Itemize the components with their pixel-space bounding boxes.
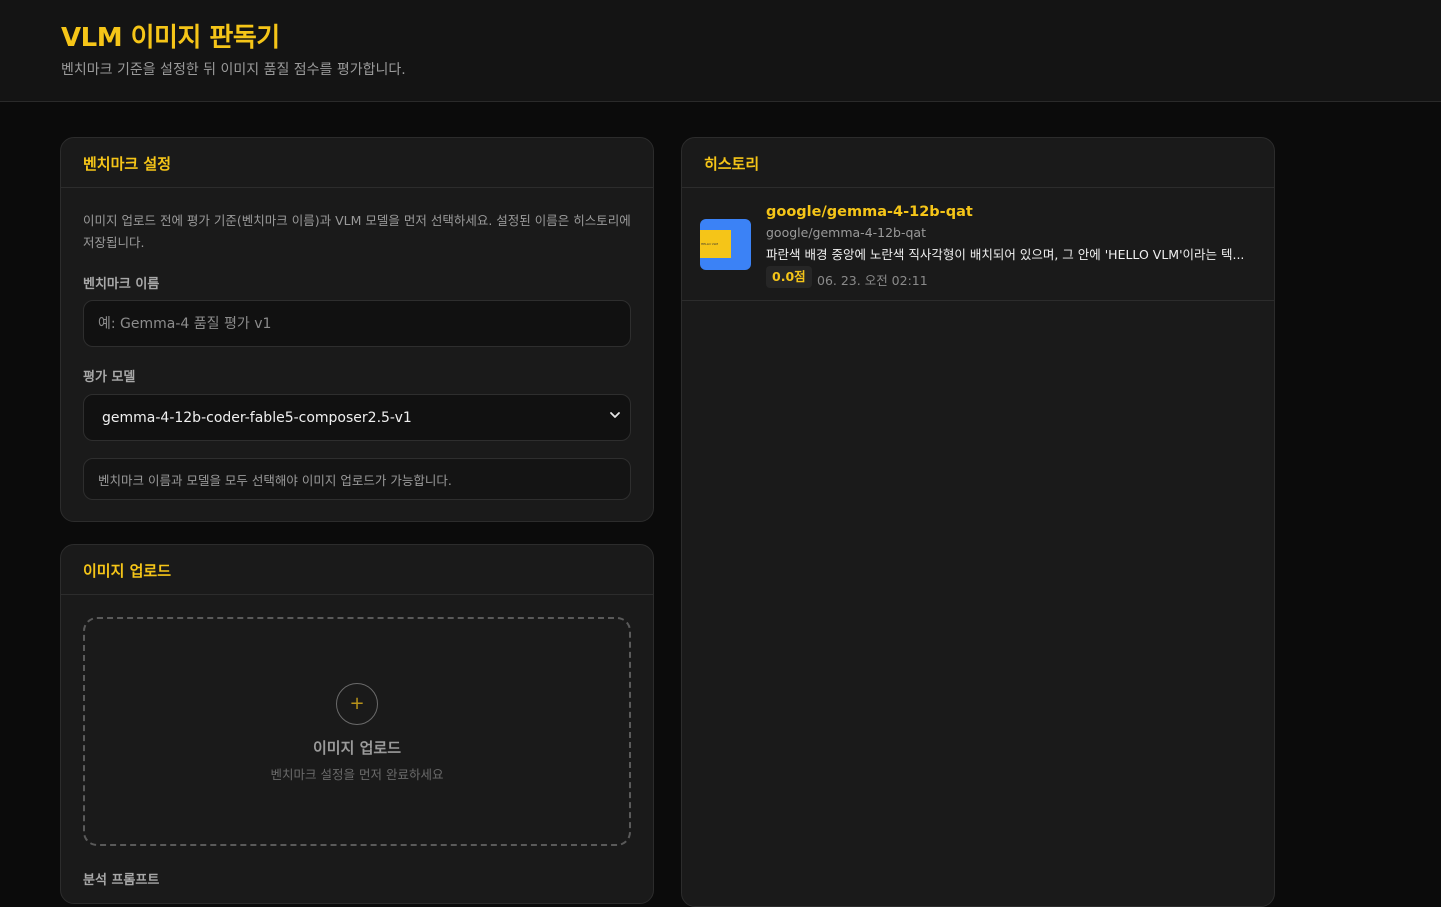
plus-icon: + [336, 683, 378, 725]
eval-model-select[interactable]: gemma-4-12b-coder-fable5-composer2.5-v1 [83, 394, 631, 441]
history-item[interactable]: HELLO VLM google/gemma-4-12b-qat google/… [682, 188, 1274, 301]
history-heading: 히스토리 [682, 138, 1274, 188]
benchmark-name-label: 벤치마크 이름 [83, 277, 160, 292]
benchmark-name-input[interactable] [83, 300, 631, 347]
history-thumbnail: HELLO VLM [700, 219, 751, 270]
image-upload-heading: 이미지 업로드 [61, 545, 653, 595]
benchmark-settings-card: 벤치마크 설정 이미지 업로드 전에 평가 기준(벤치마크 이름)과 VLM 모… [60, 137, 654, 522]
image-upload-card: 이미지 업로드 + 이미지 업로드 벤치마크 설정을 먼저 완료하세요 분석 프… [60, 544, 654, 904]
app-subtitle: 벤치마크 기준을 설정한 뒤 이미지 품질 점수를 평가합니다. [61, 62, 406, 78]
upload-requirement-notice: 벤치마크 이름과 모델을 모두 선택해야 이미지 업로드가 가능합니다. [83, 458, 631, 500]
eval-model-selected-value: gemma-4-12b-coder-fable5-composer2.5-v1 [102, 410, 412, 426]
chevron-down-icon [610, 412, 620, 418]
history-item-model: google/gemma-4-12b-qat [766, 225, 926, 240]
history-item-timestamp: 06. 23. 오전 02:11 [817, 273, 928, 288]
app-header: VLM 이미지 판독기 벤치마크 기준을 설정한 뒤 이미지 품질 점수를 평가… [0, 0, 1441, 102]
dropzone-subtitle: 벤치마크 설정을 먼저 완료하세요 [270, 767, 444, 782]
history-item-description: 파란색 배경 중앙에 노란색 직사각형이 배치되어 있으며, 그 안에 'HEL… [766, 247, 1245, 262]
analysis-prompt-label: 분석 프롬프트 [83, 873, 160, 888]
dropzone-title: 이미지 업로드 [312, 739, 402, 757]
benchmark-settings-heading: 벤치마크 설정 [61, 138, 653, 188]
eval-model-label: 평가 모델 [83, 370, 136, 385]
app-title: VLM 이미지 판독기 [61, 23, 280, 53]
history-item-title: google/gemma-4-12b-qat [766, 204, 973, 220]
image-dropzone[interactable]: + 이미지 업로드 벤치마크 설정을 먼저 완료하세요 [83, 617, 631, 846]
history-card: 히스토리 HELLO VLM google/gemma-4-12b-qat go… [681, 137, 1275, 907]
thumbnail-text: HELLO VLM [701, 242, 719, 246]
score-badge: 0.0점 [766, 266, 812, 288]
benchmark-description: 이미지 업로드 전에 평가 기준(벤치마크 이름)과 VLM 모델을 먼저 선택… [83, 213, 631, 250]
